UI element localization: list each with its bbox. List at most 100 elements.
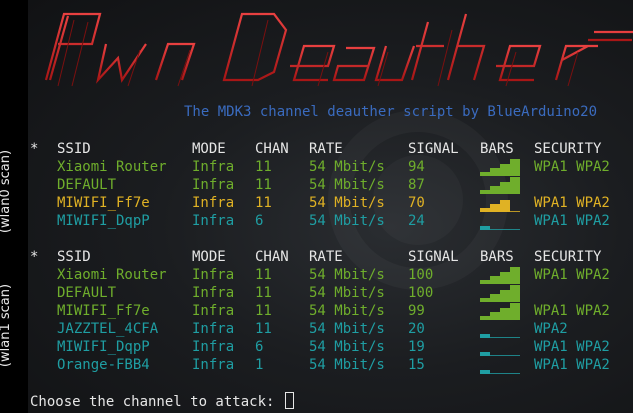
- header-star: *: [30, 249, 39, 265]
- network-row[interactable]: Orange-FBB4 Infra 1 54 Mbit/s 15 WPA1 WPA2: [28, 356, 633, 374]
- signal-bar: [500, 290, 510, 302]
- network-row[interactable]: MIWIFI_DqpP Infra 6 54 Mbit/s 24 WPA1 WPA2: [28, 212, 633, 230]
- network-row[interactable]: MIWIFI_DqpP Infra 6 54 Mbit/s 19 WPA1 WPA2: [28, 338, 633, 356]
- network-row[interactable]: JAZZTEL_4CFA Infra 11 54 Mbit/s 20 WPA2: [28, 320, 633, 338]
- signal-bar: [480, 226, 490, 230]
- network-rate: 54 Mbit/s: [309, 195, 385, 211]
- scan2-header-row: * SSID MODE CHAN RATE SIGNAL SECURITY BARS: [28, 248, 633, 266]
- signal-bar: [490, 276, 500, 284]
- network-security: WPA1 WPA2: [534, 339, 610, 355]
- network-rate: 54 Mbit/s: [309, 303, 385, 319]
- signal-bars-icon: [480, 194, 520, 212]
- header-security: SECURITY: [534, 249, 602, 265]
- attack-prompt: Choose the channel to attack:: [30, 392, 294, 411]
- network-signal: 87: [408, 177, 425, 193]
- channel-input[interactable]: [284, 392, 294, 409]
- header-rate: RATE: [309, 141, 343, 157]
- signal-bars-icon: [480, 338, 520, 356]
- signal-bars-icon: [480, 302, 520, 320]
- ascii-art-banner-logo: [44, 12, 633, 87]
- network-mode: Infra: [192, 159, 235, 175]
- signal-bar: [500, 272, 510, 284]
- network-signal: 70: [408, 195, 425, 211]
- network-chan: 11: [255, 285, 272, 301]
- signal-bars-icon: [480, 284, 520, 302]
- network-row[interactable]: DEFAULT Infra 11 54 Mbit/s 87: [28, 176, 633, 194]
- network-security: WPA1 WPA2: [534, 159, 610, 175]
- network-row[interactable]: MIWIFI_Ff7e Infra 11 54 Mbit/s 70 WPA1 WPA2: [28, 194, 633, 212]
- network-signal: 20: [408, 321, 425, 337]
- network-security: WPA1 WPA2: [534, 303, 610, 319]
- header-signal: SIGNAL: [408, 141, 459, 157]
- scan1-label: (wlan0 scan): [0, 149, 14, 234]
- network-row[interactable]: MIWIFI_Ff7e Infra 11 54 Mbit/s 99 WPA1 WPA2: [28, 302, 633, 320]
- signal-bars-icon: [480, 356, 520, 374]
- network-mode: Infra: [192, 177, 235, 193]
- network-ssid: JAZZTEL_4CFA: [57, 321, 159, 337]
- network-mode: Infra: [192, 339, 235, 355]
- signal-bars-icon: [480, 266, 520, 284]
- network-chan: 1: [255, 357, 264, 373]
- signal-bar: [490, 168, 500, 176]
- network-row[interactable]: Xiaomi Router Infra 11 54 Mbit/s 100 WPA1 WPA…: [28, 266, 633, 284]
- header-chan: CHAN: [255, 141, 289, 157]
- network-security: WPA2: [534, 321, 568, 337]
- signal-bar: [510, 373, 520, 374]
- network-ssid: MIWIFI_DqpP: [57, 339, 150, 355]
- signal-bar: [500, 373, 510, 374]
- network-ssid: Xiaomi Router: [57, 159, 167, 175]
- header-ssid: SSID: [57, 249, 91, 265]
- network-mode: Infra: [192, 213, 235, 229]
- signal-bar: [490, 373, 500, 374]
- network-ssid: DEFAULT: [57, 285, 117, 301]
- network-chan: 11: [255, 321, 272, 337]
- signal-bar: [500, 200, 510, 212]
- network-row[interactable]: DEFAULT Infra 11 54 Mbit/s 100: [28, 284, 633, 302]
- signal-bars-icon: [480, 212, 520, 230]
- network-security: WPA1 WPA2: [534, 267, 610, 283]
- signal-bar: [490, 186, 500, 194]
- network-mode: Infra: [192, 303, 235, 319]
- network-signal: 19: [408, 339, 425, 355]
- signal-bar: [490, 294, 500, 302]
- signal-bar: [500, 308, 510, 320]
- network-rate: 54 Mbit/s: [309, 339, 385, 355]
- network-chan: 6: [255, 339, 264, 355]
- network-signal: 24: [408, 213, 425, 229]
- subtitle: The MDK3 channel deauther script by Blue…: [184, 104, 598, 120]
- signal-bar: [500, 164, 510, 176]
- network-chan: 11: [255, 195, 272, 211]
- network-rate: 54 Mbit/s: [309, 267, 385, 283]
- signal-bar: [480, 370, 490, 374]
- network-chan: 11: [255, 159, 272, 175]
- signal-bars-icon: [480, 158, 520, 176]
- network-security: WPA1 WPA2: [534, 213, 610, 229]
- network-ssid: Xiaomi Router: [57, 267, 167, 283]
- header-bars: BARS: [480, 141, 514, 157]
- signal-bars-icon: [480, 320, 520, 338]
- header-chan: CHAN: [255, 249, 289, 265]
- network-row[interactable]: Xiaomi Router Infra 11 54 Mbit/s 94 WPA1 WPA2: [28, 158, 633, 176]
- network-ssid: Orange-FBB4: [57, 357, 150, 373]
- network-chan: 6: [255, 213, 264, 229]
- scan1-header-row: * SSID MODE CHAN RATE SIGNAL SECURITY BARS: [28, 140, 633, 158]
- header-security: SECURITY: [534, 141, 602, 157]
- network-mode: Infra: [192, 267, 235, 283]
- signal-bars-icon: [480, 176, 520, 194]
- network-security: WPA1 WPA2: [534, 195, 610, 211]
- prompt-label: Choose the channel to attack:: [30, 394, 275, 410]
- signal-bar: [490, 204, 500, 212]
- header-bars: BARS: [480, 249, 514, 265]
- header-ssid: SSID: [57, 141, 91, 157]
- signal-bar: [510, 303, 520, 320]
- network-mode: Infra: [192, 285, 235, 301]
- signal-bar: [510, 285, 520, 302]
- network-rate: 54 Mbit/s: [309, 285, 385, 301]
- network-mode: Infra: [192, 321, 235, 337]
- network-security: WPA1 WPA2: [534, 357, 610, 373]
- network-mode: Infra: [192, 357, 235, 373]
- signal-bar: [510, 177, 520, 194]
- network-rate: 54 Mbit/s: [309, 159, 385, 175]
- terminal-window[interactable]: The MDK3 channel deauther script by Blue…: [28, 0, 633, 413]
- signal-bar: [500, 182, 510, 194]
